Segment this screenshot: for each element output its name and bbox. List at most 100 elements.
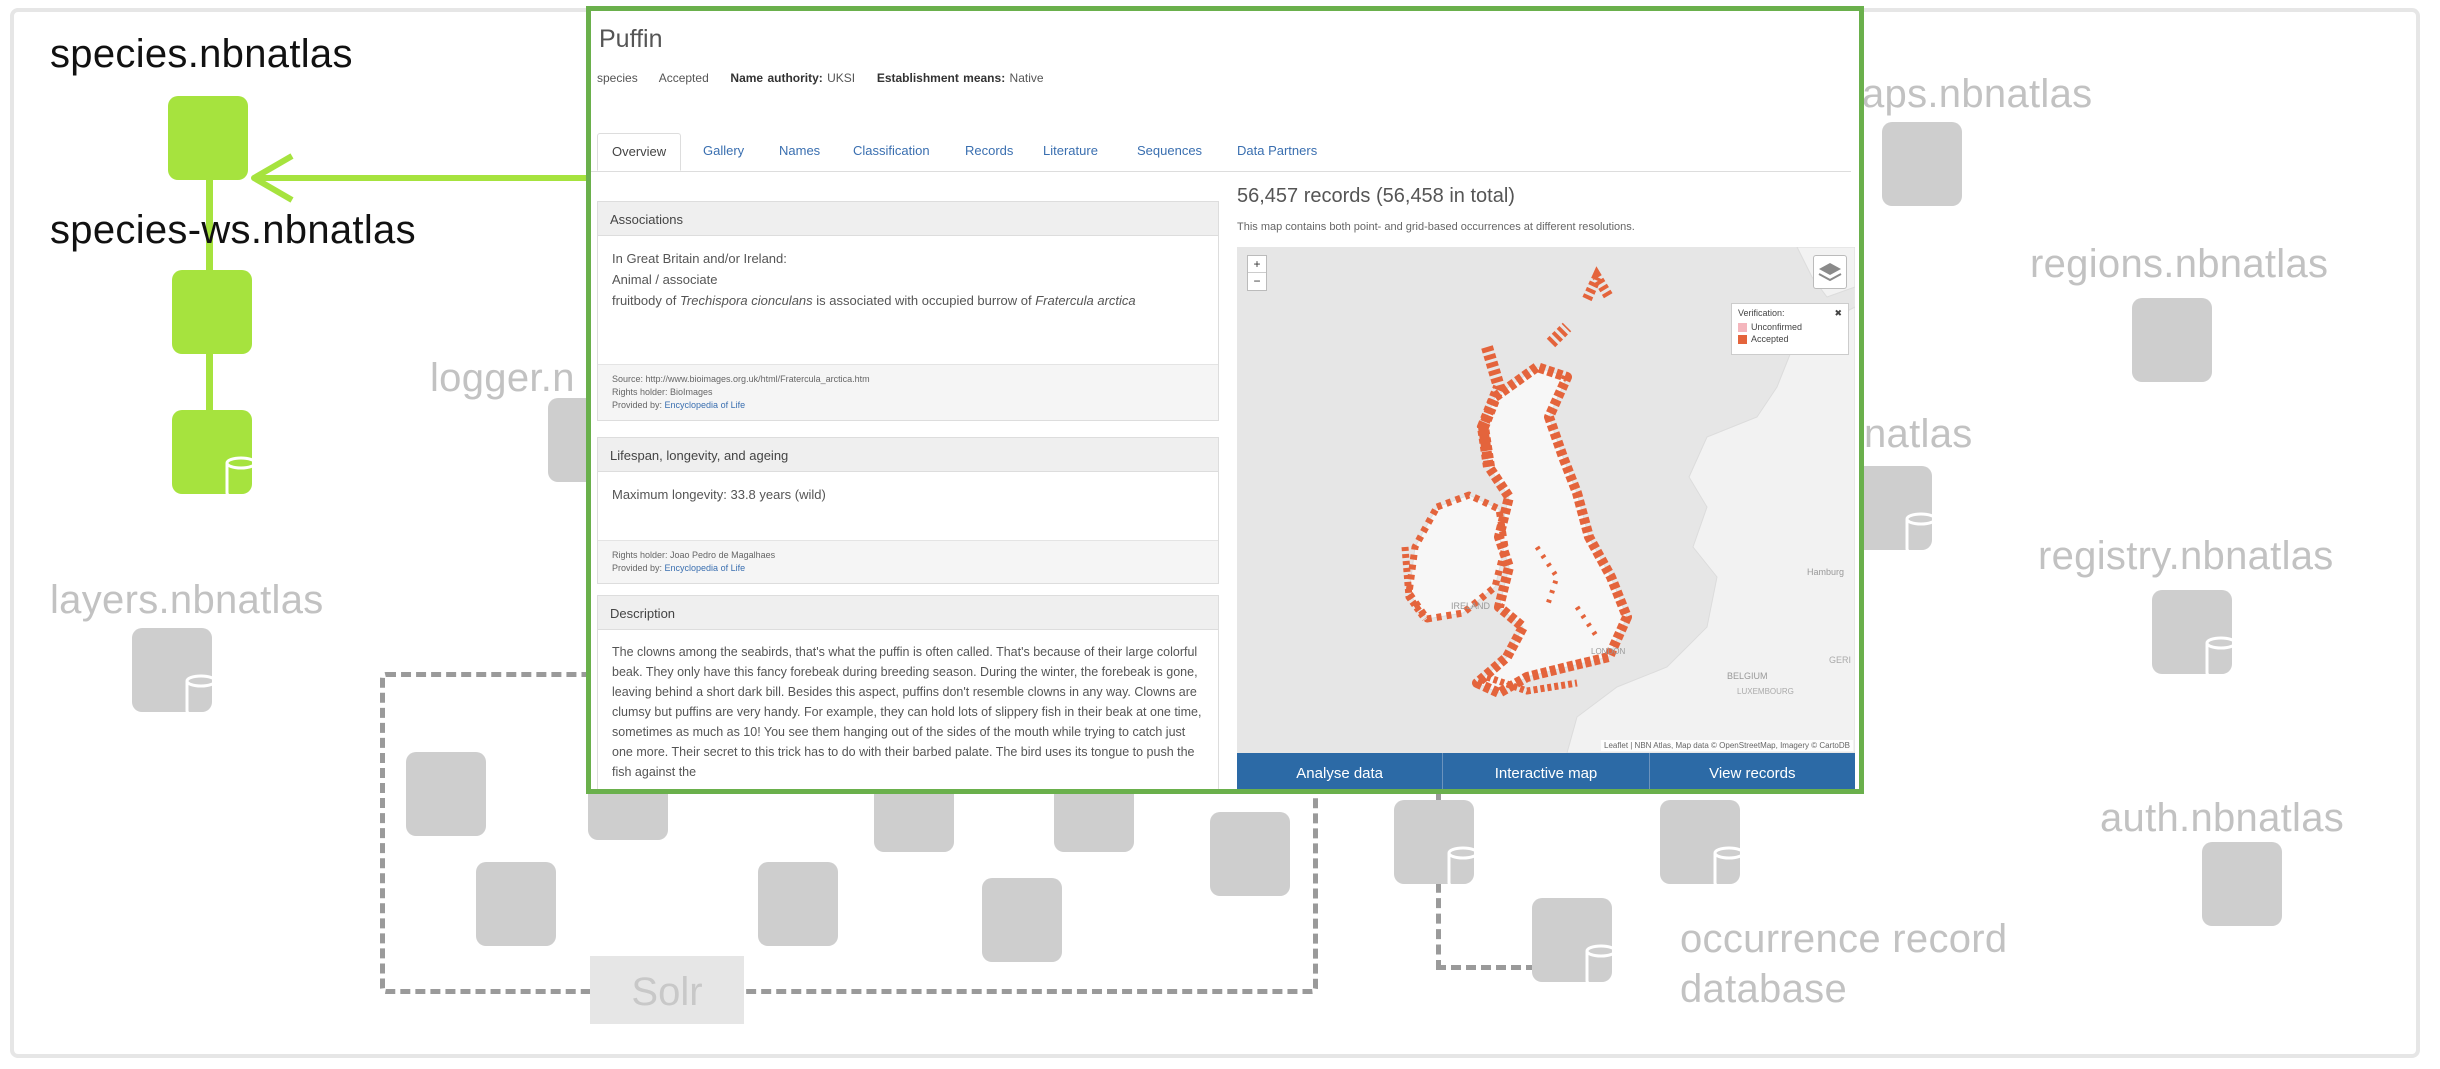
- tab-gallery[interactable]: Gallery: [703, 143, 744, 158]
- legend-item: Accepted: [1738, 334, 1842, 344]
- associations-card: Associations In Great Britain and/or Ire…: [597, 201, 1219, 421]
- map-label-belgium: BELGIUM: [1727, 671, 1768, 681]
- associations-text-a: fruitbody of: [612, 293, 680, 308]
- tab-names[interactable]: Names: [779, 143, 820, 158]
- associations-line3: fruitbody of Trechispora cionculans is a…: [612, 290, 1204, 311]
- establishment-label: Establishment means:: [876, 71, 1006, 85]
- tab-literature[interactable]: Literature: [1043, 143, 1098, 158]
- establishment: Native: [1009, 71, 1044, 85]
- name-authority: UKSI: [827, 71, 856, 85]
- associations-source: Source: http://www.bioimages.org.uk/html…: [612, 374, 870, 384]
- logger-label: logger.n: [430, 356, 575, 400]
- records-subtitle: This map contains both point- and grid-b…: [1237, 221, 1635, 233]
- associations-heading: Associations: [598, 202, 1218, 236]
- provider-link[interactable]: Encyclopedia of Life: [665, 563, 746, 573]
- legend-close-icon[interactable]: ✖: [1834, 308, 1842, 319]
- associations-text-b: is associated with occupied burrow of: [812, 293, 1036, 308]
- legend-title: Verification:: [1738, 308, 1785, 318]
- species-page-screenshot: Puffin species Accepted Name authority: …: [586, 6, 1864, 794]
- view-records-button[interactable]: View records: [1649, 753, 1855, 789]
- tab-classification[interactable]: Classification: [853, 143, 930, 158]
- species-node[interactable]: [168, 96, 248, 180]
- provided-by-label: Provided by:: [612, 563, 665, 573]
- tab-overview[interactable]: Overview: [597, 133, 682, 171]
- species-ws-label: species-ws.nbnatlas: [50, 208, 416, 252]
- status: Accepted: [658, 71, 709, 85]
- associations-rights: Rights holder: BioImages: [612, 387, 713, 397]
- species-meta: species Accepted Name authority: UKSI Es…: [597, 71, 1044, 85]
- database-icon: [1447, 846, 1479, 890]
- map-label-germany: GERI: [1829, 655, 1852, 665]
- maps-node: [1882, 122, 1962, 206]
- page-title: Puffin: [599, 25, 663, 53]
- occurrence-node: [1394, 800, 1479, 890]
- link-arrow: [251, 153, 592, 203]
- interactive-map-button[interactable]: Interactive map: [1443, 753, 1650, 789]
- legend-item: Unconfirmed: [1738, 322, 1842, 332]
- occurrence-node: [1660, 800, 1745, 890]
- analyse-data-button[interactable]: Analyse data: [1237, 753, 1444, 789]
- natlas-label: natlas: [1864, 412, 1973, 456]
- occurrence-label: occurrence record database: [1680, 914, 2007, 1014]
- action-buttons: Analyse data Interactive map View record…: [1237, 753, 1855, 789]
- maps-label: aps.nbnatlas: [1862, 72, 2093, 116]
- species-ws-node[interactable]: [172, 270, 252, 354]
- zoom-control: + −: [1247, 255, 1267, 291]
- occurrence-map[interactable]: + − Verification: ✖ Unconfirmed Accepted…: [1237, 247, 1855, 753]
- solr-node: [758, 862, 838, 946]
- map-label-london: LONDON: [1591, 647, 1626, 656]
- map-attribution: Leaflet | NBN Atlas, Map data © OpenStre…: [1601, 740, 1853, 751]
- legend-item-label: Accepted: [1751, 334, 1789, 344]
- provider-link[interactable]: Encyclopedia of Life: [665, 400, 746, 410]
- database-icon: [1713, 846, 1745, 890]
- solr-node: [406, 752, 486, 836]
- database-icon: [2205, 636, 2237, 680]
- solr-label: Solr: [590, 956, 744, 1024]
- associations-species1: Trechispora cionculans: [679, 293, 813, 308]
- solr-node: [982, 878, 1062, 962]
- description-card: Description The clowns among the seabird…: [597, 595, 1219, 789]
- associations-line2: Animal / associate: [612, 272, 718, 287]
- associations-line1: In Great Britain and/or Ireland:: [612, 251, 787, 266]
- occurrence-label-line1: occurrence record: [1680, 917, 2008, 961]
- species-label: species.nbnatlas: [50, 32, 353, 76]
- species-db-node[interactable]: [172, 410, 257, 500]
- database-icon: [185, 674, 217, 718]
- occurrence-node: [1532, 898, 1617, 988]
- registry-node: [2152, 590, 2237, 680]
- database-icon: [1585, 944, 1617, 988]
- lifespan-provided: Provided by: Encyclopedia of Life: [612, 562, 1204, 575]
- registry-label: registry.nbnatlas: [2038, 534, 2334, 578]
- provided-by-label: Provided by:: [612, 400, 665, 410]
- legend-swatch: [1738, 322, 1747, 332]
- lifespan-heading: Lifespan, longevity, and ageing: [598, 438, 1218, 472]
- auth-node: [2202, 842, 2282, 926]
- map-label-luxembourg: LUXEMBOURG: [1737, 687, 1794, 696]
- rank: species: [597, 71, 638, 85]
- natlas-node: [1852, 466, 1937, 556]
- layers-label: layers.nbnatlas: [50, 578, 324, 622]
- lifespan-text: Maximum longevity: 33.8 years (wild): [612, 487, 826, 502]
- map-label-ireland: IRELAND: [1451, 601, 1491, 611]
- lifespan-card: Lifespan, longevity, and ageing Maximum …: [597, 437, 1219, 584]
- records-heading: 56,457 records (56,458 in total): [1237, 185, 1515, 207]
- occurrence-label-line2: database: [1680, 967, 1847, 1011]
- legend-swatch: [1738, 334, 1747, 344]
- layers-node: [132, 628, 217, 718]
- tab-records[interactable]: Records: [965, 143, 1013, 158]
- description-text: The clowns among the seabirds, that's wh…: [612, 645, 1202, 779]
- zoom-out-button[interactable]: −: [1248, 272, 1266, 289]
- legend-item-label: Unconfirmed: [1751, 322, 1803, 332]
- name-authority-label: Name authority:: [730, 71, 823, 85]
- associations-provided: Provided by: Encyclopedia of Life: [612, 399, 1204, 412]
- associations-species2: Fratercula arctica: [1035, 293, 1136, 308]
- database-icon: [225, 456, 257, 500]
- solr-node: [476, 862, 556, 946]
- lifespan-footer: Rights holder: Joao Pedro de Magalhaes P…: [598, 540, 1218, 583]
- layers-icon[interactable]: [1813, 255, 1847, 289]
- database-icon: [1905, 512, 1937, 556]
- tab-data-partners[interactable]: Data Partners: [1237, 143, 1317, 158]
- zoom-in-button[interactable]: +: [1248, 256, 1266, 272]
- tab-sequences[interactable]: Sequences: [1137, 143, 1202, 158]
- lifespan-rights: Rights holder: Joao Pedro de Magalhaes: [612, 550, 776, 560]
